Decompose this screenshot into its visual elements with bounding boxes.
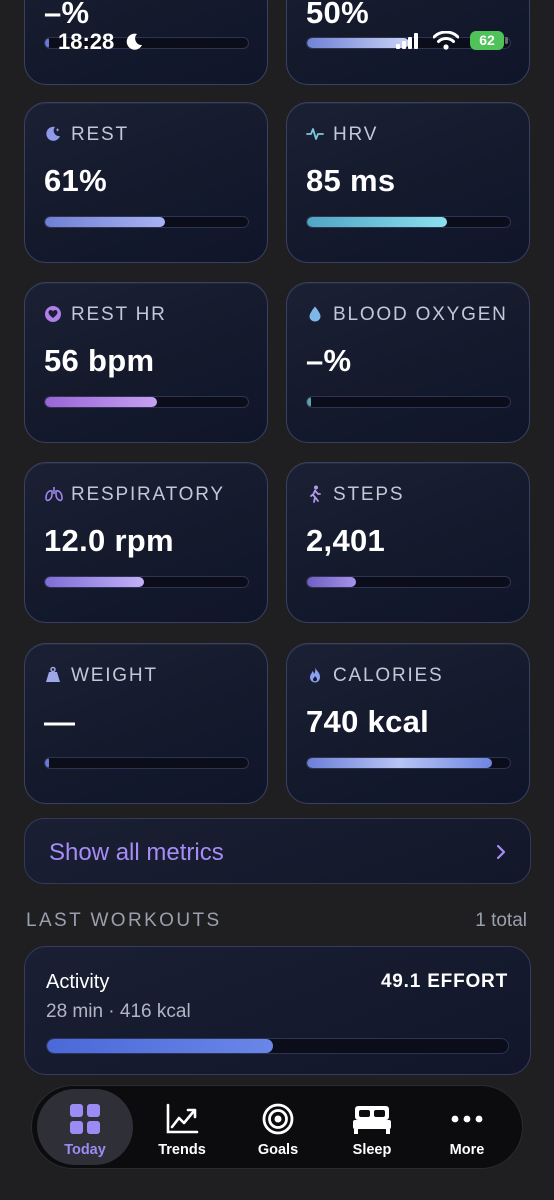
tab-more[interactable]: More (419, 1089, 515, 1165)
metric-card-rest[interactable]: REST 61% (24, 102, 268, 263)
tab-label: More (449, 1142, 485, 1158)
metric-progress-fill (45, 397, 157, 407)
section-title-last-workouts: LAST WORKOUTS (26, 910, 222, 931)
metric-progress-track (306, 216, 511, 228)
metric-progress-fill (307, 758, 492, 768)
metric-value: 2,401 (306, 523, 386, 558)
metric-label: REST (71, 124, 129, 145)
metric-progress-track (306, 576, 511, 588)
pulse-icon (306, 125, 324, 143)
more-dots-icon (451, 1115, 483, 1123)
metric-card-calories[interactable]: CALORIES 740 kcal (286, 643, 530, 804)
workout-progress-track (46, 1038, 509, 1054)
show-all-metrics-label: Show all metrics (49, 839, 224, 866)
tab-goals[interactable]: Goals (230, 1089, 326, 1165)
tab-label: Today (64, 1142, 106, 1158)
metric-progress-track (306, 396, 511, 408)
tab-label: Sleep (352, 1142, 392, 1158)
metric-card-weight[interactable]: WEIGHT — (24, 643, 268, 804)
metric-label: REST HR (71, 304, 167, 325)
show-all-metrics-button[interactable]: Show all metrics (24, 818, 531, 884)
signal-icon (396, 33, 418, 49)
tab-today[interactable]: Today (37, 1089, 133, 1165)
metric-card-hrv[interactable]: HRV 85 ms (286, 102, 530, 263)
metric-progress-fill (307, 397, 312, 407)
metric-progress-track (44, 576, 249, 588)
metric-label: WEIGHT (71, 665, 158, 686)
tab-sleep[interactable]: Sleep (324, 1089, 420, 1165)
workout-name: Activity (46, 971, 110, 993)
metric-progress-track (44, 396, 249, 408)
workout-progress-fill (47, 1039, 273, 1053)
drop-icon (306, 305, 324, 323)
metric-card-rest-hr[interactable]: REST HR 56 bpm (24, 282, 268, 443)
metric-progress-track (44, 216, 249, 228)
metric-card-respiratory[interactable]: RESPIRATORY 12.0 rpm (24, 462, 268, 623)
metric-progress-track (44, 757, 249, 769)
grid-icon (70, 1104, 100, 1134)
target-icon (262, 1103, 294, 1135)
metric-value: 56 bpm (44, 343, 155, 378)
metric-progress-track (306, 757, 511, 769)
workout-meta: 28 min · 416 kcal (46, 1001, 191, 1022)
metric-progress-fill (307, 577, 356, 587)
metric-progress-fill (45, 217, 165, 227)
metric-value: 12.0 rpm (44, 523, 174, 558)
metric-progress-fill (307, 217, 448, 227)
metric-value: 61% (44, 163, 107, 198)
metric-value: 740 kcal (306, 704, 430, 739)
bed-icon (353, 1106, 391, 1134)
metric-card-steps[interactable]: STEPS 2,401 (286, 462, 530, 623)
metric-value: –% (306, 343, 352, 378)
moon-icon (126, 33, 142, 50)
workouts-total-count: 1 total (475, 910, 527, 931)
status-time: 18:28 (58, 29, 115, 54)
metric-value: — (44, 704, 76, 739)
metric-label: STEPS (333, 484, 405, 505)
chevron-right-icon (496, 844, 506, 860)
heart-icon (44, 305, 62, 323)
flame-icon (306, 666, 324, 684)
battery-indicator: 62 (470, 31, 504, 50)
tab-bar: Today Trends Goals Sleep More (31, 1085, 523, 1169)
tab-label: Goals (257, 1142, 299, 1158)
wifi-icon (433, 31, 459, 50)
metric-label: HRV (333, 124, 379, 145)
metric-card-blood-oxygen[interactable]: BLOOD OXYGEN –% (286, 282, 530, 443)
battery-cap (505, 37, 508, 44)
weight-icon (44, 666, 62, 684)
moon-icon (44, 125, 62, 143)
trend-chart-icon (166, 1103, 199, 1134)
workout-effort: 49.1 EFFORT (380, 971, 508, 992)
metric-label: BLOOD OXYGEN (333, 304, 508, 325)
metric-label: CALORIES (333, 665, 444, 686)
metric-progress-fill (45, 577, 145, 587)
battery-level: 62 (479, 32, 495, 48)
walking-icon (306, 485, 324, 503)
lungs-icon (44, 485, 63, 503)
metric-label: RESPIRATORY (71, 484, 225, 505)
metric-progress-fill (45, 758, 50, 768)
status-bar: 18:28 62 (0, 0, 554, 80)
tab-label: Trends (158, 1142, 206, 1158)
workout-card[interactable]: Activity 49.1 EFFORT 28 min · 416 kcal (24, 946, 531, 1075)
tab-trends[interactable]: Trends (134, 1089, 230, 1165)
metric-value: 85 ms (306, 163, 396, 198)
